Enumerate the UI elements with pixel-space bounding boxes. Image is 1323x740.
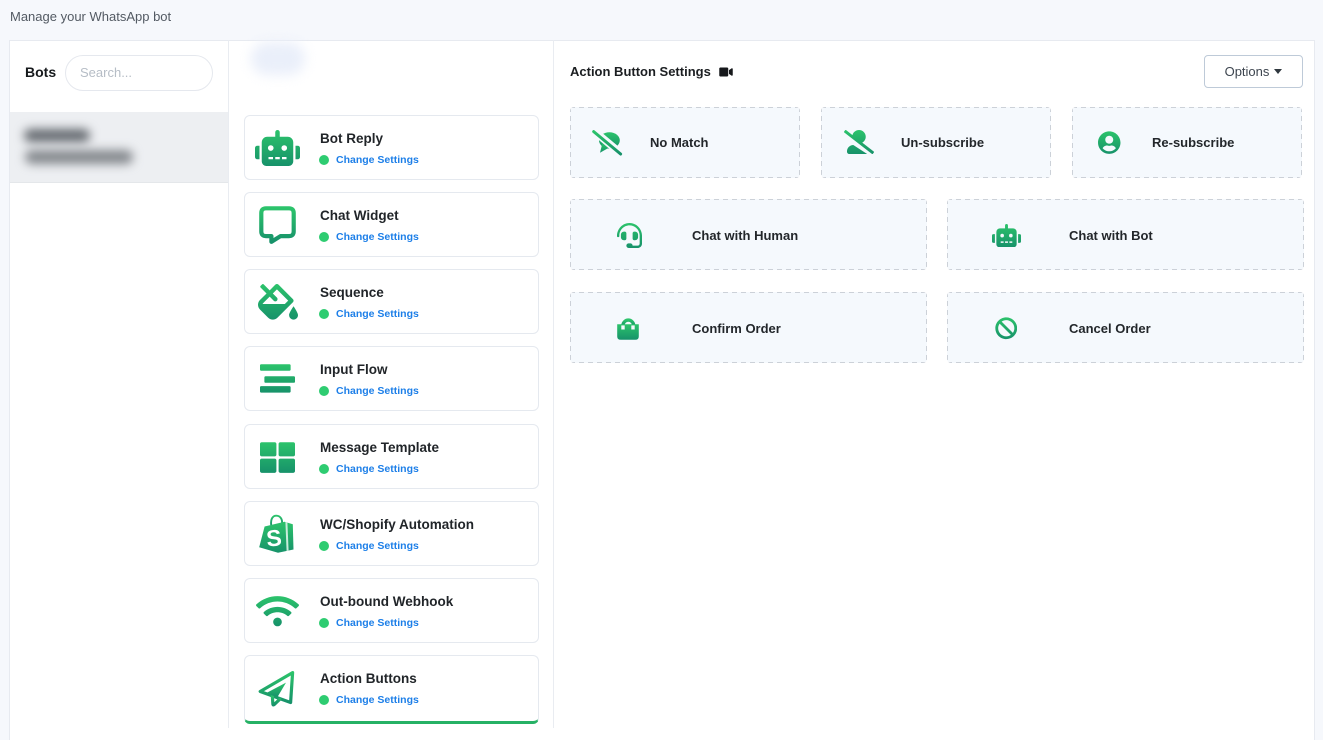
svg-text:S: S [265,524,283,551]
